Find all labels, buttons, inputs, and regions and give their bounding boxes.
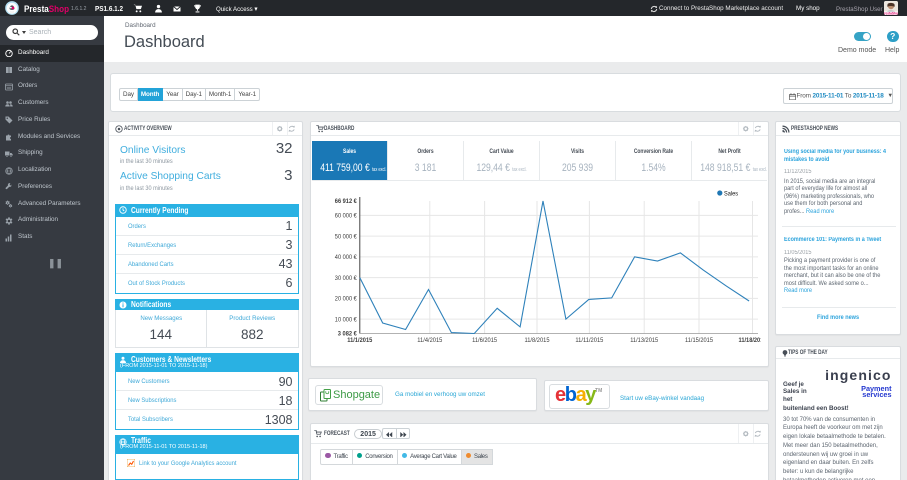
svg-text:30 000 €: 30 000 € xyxy=(335,275,357,282)
svg-text:11/11/2015: 11/11/2015 xyxy=(575,337,603,344)
svg-text:10 000 €: 10 000 € xyxy=(335,316,357,323)
svg-text:66 912 €: 66 912 € xyxy=(335,198,357,205)
svg-text:11/4/2015: 11/4/2015 xyxy=(417,337,442,344)
svg-text:50 000 €: 50 000 € xyxy=(335,233,357,240)
svg-text:11/18/2015: 11/18/2015 xyxy=(739,337,762,344)
svg-text:60 000 €: 60 000 € xyxy=(335,213,357,220)
svg-text:11/8/2015: 11/8/2015 xyxy=(525,337,550,344)
svg-text:20 000 €: 20 000 € xyxy=(335,296,357,303)
svg-text:11/15/2015: 11/15/2015 xyxy=(685,337,713,344)
svg-text:Sales: Sales xyxy=(724,190,738,197)
svg-text:11/13/2015: 11/13/2015 xyxy=(630,337,658,344)
svg-text:40 000 €: 40 000 € xyxy=(335,254,357,261)
svg-text:11/1/2015: 11/1/2015 xyxy=(347,337,372,344)
svg-text:PrestaShop: PrestaShop xyxy=(884,11,898,15)
svg-text:11/6/2015: 11/6/2015 xyxy=(472,337,497,344)
